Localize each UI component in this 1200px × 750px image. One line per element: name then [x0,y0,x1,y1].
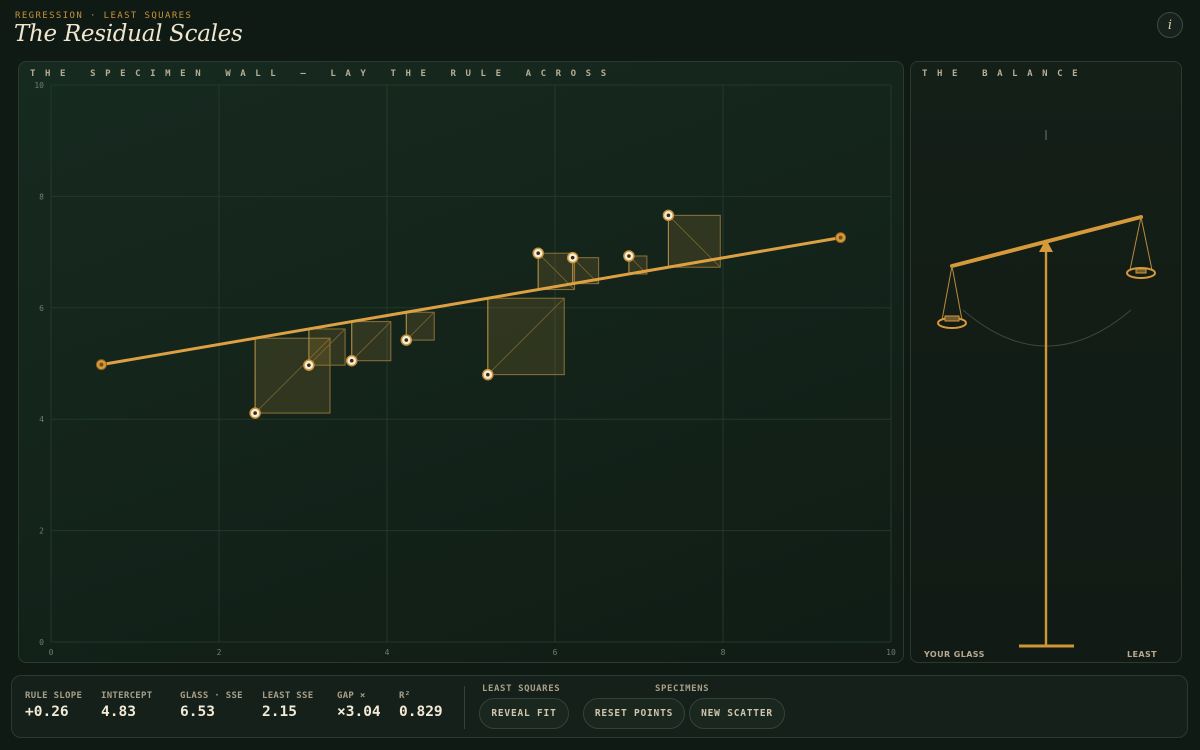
stat-rule-slope: RULE SLOPE +0.26 [25,691,83,720]
data-point-center [666,213,671,218]
data-point-center [253,411,257,415]
rule-handle-dot [838,235,843,240]
data-point-center [307,363,311,367]
y-tick-label: 10 [34,81,44,90]
data-point-center [349,358,354,363]
data-point-center [570,255,575,260]
reset-points-button[interactable]: RESET POINTS [583,698,685,729]
y-tick-label: 4 [39,415,44,424]
info-icon: i [1167,17,1173,33]
specimen-wall-panel: THE SPECIMEN WALL — LAY THE RULE ACROSS … [18,61,904,663]
x-tick-label: 8 [721,648,726,657]
least-squares-label: LEAST SQUARES [482,684,561,694]
x-tick-label: 6 [553,648,558,657]
stat-least-sse: LEAST SSE 2.15 [262,691,314,720]
balance-left-label: YOUR GLASS [924,650,985,659]
kicker: REGRESSION · LEAST SQUARES [15,11,193,21]
rule-handle-dot [99,362,104,367]
reveal-fit-button[interactable]: REVEAL FIT [479,698,569,729]
footer-divider [464,686,465,729]
new-scatter-button[interactable]: NEW SCATTER [689,698,785,729]
stats-footer: RULE SLOPE +0.26 INTERCEPT 4.83 GLASS · … [11,675,1188,738]
stat-glass-sse: GLASS · SSE 6.53 [180,691,243,720]
y-tick-label: 2 [39,527,44,536]
balance-scale [937,130,1156,648]
stat-intercept: INTERCEPT 4.83 [101,691,153,720]
data-point-center [404,338,409,342]
balance-right-label: LEAST [1127,650,1157,659]
specimens-label: SPECIMENS [655,684,710,694]
x-tick-label: 4 [385,648,390,657]
info-button[interactable]: i [1157,12,1183,38]
page-title: The Residual Scales [14,21,243,47]
stat-gap: GAP × ×3.04 [337,691,381,720]
data-point-center [536,251,540,256]
y-tick-label: 8 [39,192,44,201]
scatter-plot[interactable]: 0 2 4 6 8 10 0 2 4 6 8 10 [19,62,903,662]
x-tick-label: 10 [886,648,896,657]
x-tick-label: 2 [217,648,222,657]
x-tick-label: 0 [49,648,54,657]
y-tick-label: 0 [39,638,44,647]
data-point-center [627,254,631,258]
stat-r-squared: R² 0.829 [399,691,443,720]
data-point-center [486,372,490,377]
balance-panel: THE BALANCE YOUR GLASS LEAST [910,61,1182,663]
regression-rule [99,236,843,367]
y-tick-label: 6 [39,304,44,313]
